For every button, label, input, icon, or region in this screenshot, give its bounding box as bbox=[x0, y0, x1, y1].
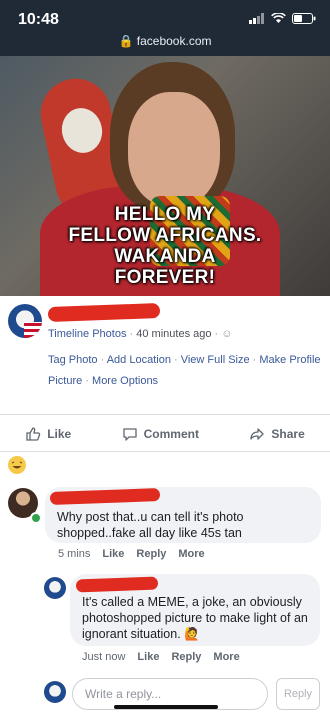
comment-time: 5 mins bbox=[58, 548, 91, 560]
more-options-link[interactable]: More Options bbox=[92, 375, 158, 387]
reply-actions: Just now Like Reply More bbox=[82, 651, 252, 663]
url-text: facebook.com bbox=[136, 34, 212, 48]
separator: · bbox=[249, 354, 260, 366]
share-button[interactable]: Share bbox=[249, 426, 305, 442]
reply-like-button[interactable]: Like bbox=[137, 651, 159, 663]
post-time: 40 minutes ago bbox=[136, 328, 212, 340]
meme-line: HELLO MY bbox=[114, 204, 216, 225]
divider bbox=[0, 451, 330, 452]
replier-avatar[interactable] bbox=[44, 577, 66, 599]
post-photo[interactable]: HELLO MY FELLOW AFRICANS. WAKANDA FOREVE… bbox=[0, 56, 330, 296]
comment-more-button[interactable]: More bbox=[178, 548, 204, 560]
poster-name-redacted bbox=[47, 303, 161, 322]
separator: · bbox=[97, 354, 107, 366]
meme-line: FELLOW AFRICANS. bbox=[68, 225, 262, 246]
comment-like-button[interactable]: Like bbox=[102, 548, 124, 560]
online-indicator bbox=[30, 512, 42, 524]
my-avatar bbox=[44, 681, 66, 703]
reply-reply-button[interactable]: Reply bbox=[171, 651, 201, 663]
share-icon bbox=[250, 428, 265, 440]
poster-avatar[interactable] bbox=[8, 304, 42, 338]
reply-time: Just now bbox=[82, 651, 126, 663]
audience-icon: ☺ bbox=[221, 328, 233, 340]
comment-actions: 5 mins Like Reply More bbox=[58, 548, 217, 560]
thumbs-up-icon bbox=[26, 427, 41, 441]
separator: · bbox=[170, 354, 181, 366]
status-time: 10:48 bbox=[18, 11, 59, 28]
home-indicator[interactable] bbox=[114, 705, 218, 709]
lock-icon: 🔒 bbox=[118, 34, 134, 48]
album-link[interactable]: Timeline Photos bbox=[48, 328, 126, 340]
laughing-face-icon bbox=[11, 461, 23, 469]
comment-button[interactable]: Comment bbox=[122, 426, 199, 442]
face-graphic bbox=[128, 92, 220, 207]
post-actions: Like Comment Share bbox=[0, 419, 330, 449]
view-full-size-link[interactable]: View Full Size bbox=[181, 354, 250, 366]
meme-caption: HELLO MY FELLOW AFRICANS. WAKANDA FOREVE… bbox=[30, 204, 300, 288]
reply-text: It's called a MEME, a joke, an obviously… bbox=[82, 594, 308, 642]
wifi-icon bbox=[271, 13, 286, 23]
share-label: Share bbox=[271, 427, 305, 441]
battery-icon bbox=[292, 13, 316, 24]
comment-reply-button[interactable]: Reply bbox=[136, 548, 166, 560]
comment-label: Comment bbox=[143, 427, 199, 441]
status-icons bbox=[249, 13, 316, 24]
reply-more-button[interactable]: More bbox=[213, 651, 239, 663]
signal-icon bbox=[249, 13, 264, 24]
like-label: Like bbox=[47, 427, 72, 441]
browser-top-bar: 10:48 🔒 facebook.com bbox=[0, 0, 330, 56]
emoji-icon: 🙋 bbox=[184, 627, 200, 641]
reply-submit-button[interactable]: Reply bbox=[276, 678, 320, 710]
like-button[interactable]: Like bbox=[25, 426, 71, 442]
post-meta: Timeline Photos · 40 minutes ago · ☺ bbox=[48, 328, 233, 340]
separator: · bbox=[82, 375, 93, 387]
comment-text: Why post that..u can tell it's photo sho… bbox=[57, 510, 244, 540]
comment-icon bbox=[122, 428, 137, 441]
divider bbox=[0, 414, 330, 415]
photo-options: Tag Photo · Add Location · View Full Siz… bbox=[48, 350, 328, 392]
tag-photo-link[interactable]: Tag Photo bbox=[48, 354, 98, 366]
add-location-link[interactable]: Add Location bbox=[107, 354, 171, 366]
flag-graphic bbox=[24, 322, 42, 338]
meme-line: FOREVER! bbox=[114, 267, 216, 288]
haha-reaction-icon[interactable] bbox=[8, 456, 26, 474]
url-bar[interactable]: 🔒 facebook.com bbox=[0, 34, 330, 48]
meme-line: WAKANDA bbox=[114, 246, 216, 267]
